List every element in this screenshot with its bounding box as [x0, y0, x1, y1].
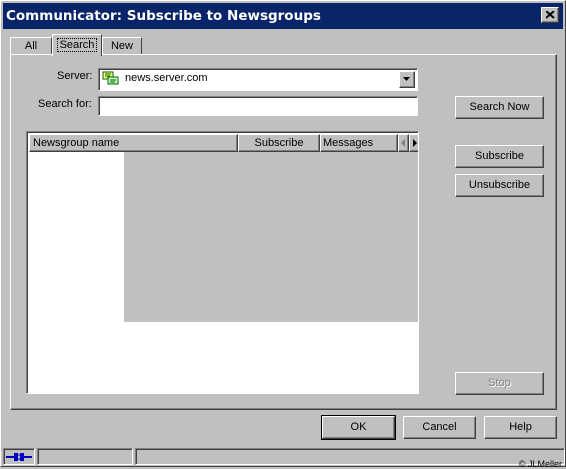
server-label: Server: — [57, 70, 93, 82]
ok-label: OK — [350, 421, 367, 433]
newsgroup-list-content: Newsgroup name Subscribe Messages — [29, 134, 418, 393]
connection-status-icon — [6, 453, 32, 461]
column-label-subscribe: Subscribe — [254, 137, 304, 149]
close-icon — [546, 11, 555, 19]
tab-search[interactable]: Search — [52, 34, 102, 56]
chevron-down-icon — [403, 77, 410, 81]
newsgroup-server-icon — [102, 71, 119, 85]
help-button[interactable]: Help — [484, 416, 557, 439]
tab-all[interactable]: All — [10, 37, 52, 55]
connection-status-cell — [3, 448, 35, 465]
ok-button[interactable]: OK — [321, 415, 396, 440]
tab-new[interactable]: New — [102, 37, 142, 55]
column-label-messages: Messages — [323, 137, 374, 149]
cancel-label: Cancel — [422, 421, 457, 433]
status-progress-cell — [37, 448, 133, 465]
stop-label: Stop — [488, 377, 511, 389]
server-combobox[interactable]: news.server.com — [98, 68, 418, 91]
subscribe-button[interactable]: Subscribe — [455, 145, 544, 168]
cancel-button[interactable]: Cancel — [403, 416, 476, 439]
search-now-label: Search Now — [469, 101, 530, 113]
title-bar[interactable]: Communicator: Subscribe to Newsgroups — [3, 3, 563, 29]
status-message-cell — [135, 448, 565, 465]
arrow-right-icon — [413, 139, 417, 147]
window-title: Communicator: Subscribe to Newsgroups — [6, 8, 321, 24]
newsgroup-list[interactable]: Newsgroup name Subscribe Messages — [26, 131, 419, 394]
column-header-newsgroup-name[interactable]: Newsgroup name — [29, 134, 238, 152]
unsubscribe-button[interactable]: Unsubscribe — [455, 174, 544, 197]
search-now-button[interactable]: Search Now — [455, 96, 544, 119]
column-header-messages[interactable]: Messages — [320, 134, 398, 152]
subscribe-label: Subscribe — [475, 150, 524, 162]
arrow-left-icon — [401, 139, 405, 147]
tab-search-label: Search — [56, 38, 98, 52]
subscribe-dialog: Communicator: Subscribe to Newsgroups Al… — [0, 0, 566, 469]
search-input[interactable] — [98, 96, 418, 116]
header-scroll-left-button[interactable] — [398, 134, 409, 152]
server-dropdown-button[interactable] — [399, 71, 415, 88]
close-button[interactable] — [541, 7, 559, 23]
tab-new-label: New — [110, 40, 133, 52]
help-label: Help — [509, 421, 532, 433]
column-label-newsgroup-name: Newsgroup name — [33, 137, 120, 149]
server-value: news.server.com — [125, 72, 208, 84]
tab-all-label: All — [24, 40, 38, 52]
header-scroll-right-button[interactable] — [409, 134, 418, 152]
column-header-subscribe[interactable]: Subscribe — [238, 134, 320, 152]
stop-button[interactable]: Stop — [455, 372, 544, 395]
list-empty-area — [124, 152, 418, 322]
unsubscribe-label: Unsubscribe — [468, 179, 531, 191]
search-for-label: Search for: — [38, 98, 92, 110]
credit-text: © JLMeller — [518, 459, 562, 469]
